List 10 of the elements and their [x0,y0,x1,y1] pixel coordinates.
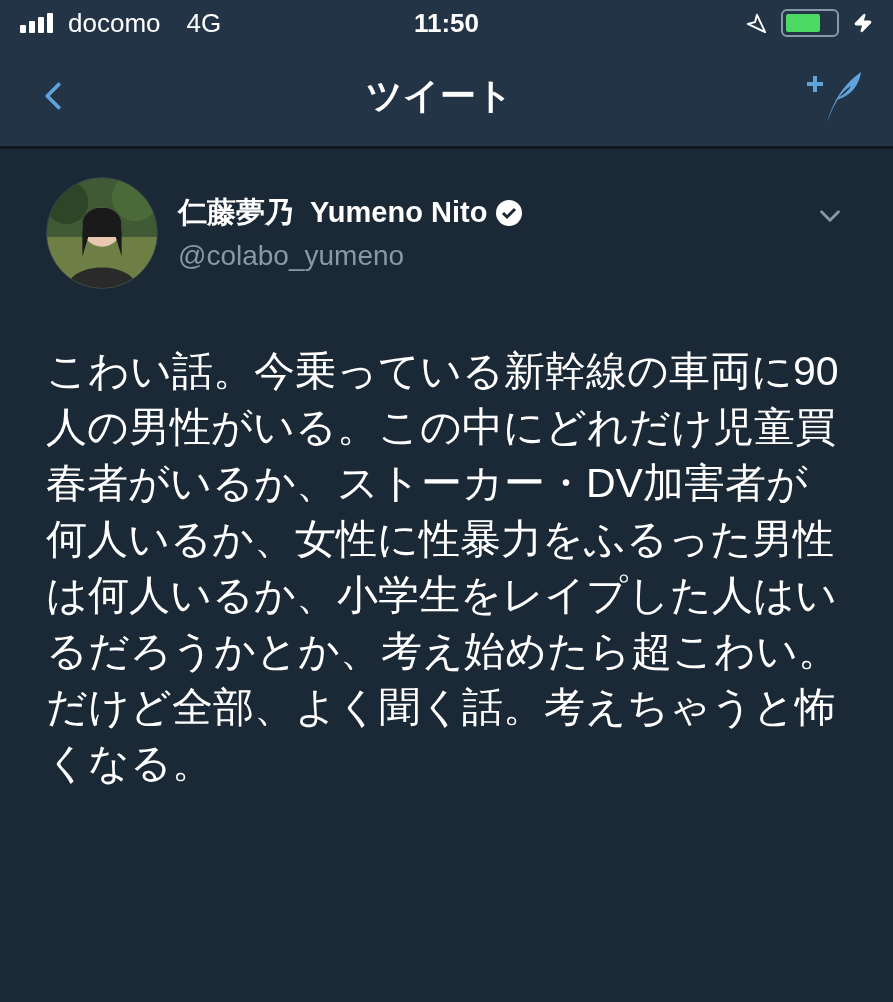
nav-title: ツイート [366,74,513,118]
location-icon [745,12,767,34]
carrier-name: docomo [68,6,161,40]
tweet-text: こわい話。今乗っている新幹線の車両に90人の男性がいる。この中にどれだけ児童買春者がいるか、ストーカー・DV加害者が何人いるか、女性に性暴力をふるった男性は何人いるか、小学生をレイプした人はいるだろうかとか、考え始めたら超こわい。だけど全部、よく聞く話。考えちゃうと怖くなる。 [46,347,840,788]
display-name: 仁藤夢乃 Yumeno Nito [178,195,488,230]
user-handle: @colabo_yumeno [178,238,406,273]
charging-icon [853,13,873,33]
network-type: 4G [186,6,222,40]
clock-time: 11:50 [413,6,480,40]
battery-icon [781,9,839,37]
